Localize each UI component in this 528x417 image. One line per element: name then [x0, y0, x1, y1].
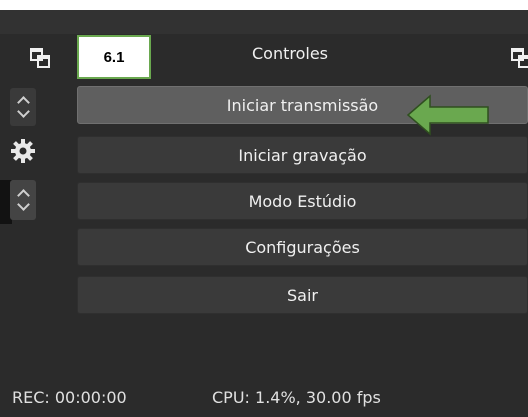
chevron-down-icon[interactable]	[16, 105, 30, 118]
undock-icon[interactable]	[29, 46, 50, 68]
undock-icon[interactable]	[510, 46, 528, 68]
dock-title: Controles	[251, 44, 328, 63]
rec-status: REC: 00:00:00	[12, 388, 127, 407]
gear-icon[interactable]	[10, 138, 36, 164]
top-strip	[0, 0, 528, 10]
cpu-status: CPU: 1.4%, 30.00 fps	[212, 388, 381, 407]
annotation-arrow-icon	[406, 94, 489, 136]
settings-button[interactable]: Configurações	[77, 228, 528, 266]
exit-button[interactable]: Sair	[77, 276, 528, 314]
chevron-down-icon[interactable]	[16, 198, 30, 211]
studio-mode-button[interactable]: Modo Estúdio	[77, 182, 528, 220]
annotation-tag: 6.1	[77, 35, 151, 79]
panel-header-bar	[0, 10, 528, 35]
start-recording-button[interactable]: Iniciar gravação	[77, 136, 528, 174]
spinner-icon[interactable]	[10, 88, 36, 126]
spinner-icon[interactable]	[10, 180, 36, 220]
